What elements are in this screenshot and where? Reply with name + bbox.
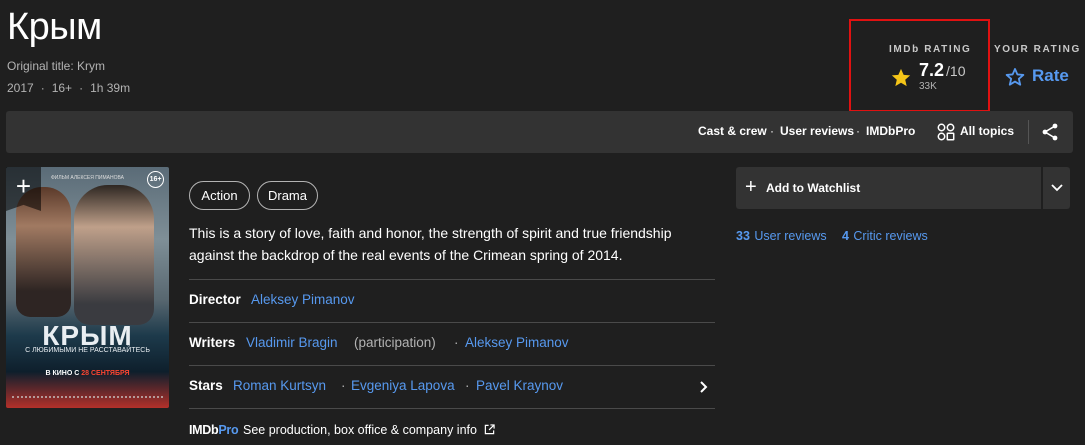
divider <box>189 322 715 323</box>
star-link[interactable]: Roman Kurtsyn <box>233 378 326 393</box>
director-link[interactable]: Aleksey Pimanov <box>251 292 355 307</box>
meta-separator: · <box>79 81 84 95</box>
poster-age-badge: 16+ <box>147 171 164 188</box>
poster-release: В КИНО С 28 СЕНТЯБРЯ <box>45 370 130 377</box>
nav-separator: · <box>856 124 860 138</box>
star-link[interactable]: Evgeniya Lapova <box>351 378 455 393</box>
star-outline-icon[interactable] <box>1004 66 1026 88</box>
writers-label[interactable]: Writers <box>189 335 235 350</box>
star-icon <box>891 68 911 87</box>
imdbpro-link[interactable]: See production, box office & company inf… <box>243 423 477 437</box>
divider <box>189 408 715 409</box>
stars-label[interactable]: Stars <box>189 378 223 393</box>
writer-note: (participation) <box>354 335 436 350</box>
share-icon[interactable] <box>1040 122 1060 142</box>
plus-icon: + <box>745 176 757 198</box>
critic-reviews-link[interactable]: 4 Critic reviews <box>842 227 928 245</box>
nav-cast-crew[interactable]: Cast & crew <box>698 124 767 138</box>
release-year[interactable]: 2017 <box>7 81 34 95</box>
star-link[interactable]: Pavel Kraynov <box>476 378 563 393</box>
divider <box>189 279 715 280</box>
title-meta: 2017 · 16+ · 1h 39m <box>7 81 130 95</box>
external-link-icon <box>484 424 495 435</box>
original-title: Original title: Krym <box>7 59 106 73</box>
your-rating-label: YOUR RATING <box>994 44 1081 55</box>
chevron-right-icon[interactable] <box>698 380 710 394</box>
imdb-rating-label: IMDb RATING <box>889 44 972 55</box>
add-to-watchlist-ribbon[interactable]: + <box>6 167 41 211</box>
watchlist-dropdown-button[interactable] <box>1042 167 1070 209</box>
imdbpro-logo[interactable]: IMDbPro <box>189 423 239 437</box>
nav-divider <box>1028 120 1029 144</box>
chevron-down-icon <box>1050 184 1063 192</box>
page-title: Крым <box>7 6 102 48</box>
add-to-watchlist-label[interactable]: Add to Watchlist <box>766 181 860 195</box>
poster-logos <box>12 396 163 402</box>
rating-votes: 33K <box>919 81 937 92</box>
director-label[interactable]: Director <box>189 292 241 307</box>
poster-top-text: ФИЛЬМ АЛЕКСЕЯ ПИМАНОВА <box>51 175 124 181</box>
writer-link[interactable]: Vladimir Bragin <box>246 335 338 350</box>
imdb-rating-score[interactable]: 7.2/10 <box>919 60 966 81</box>
grid-icon <box>937 123 955 141</box>
poster-tagline: С ЛЮБИМЫМИ НЕ РАССТАВАЙТЕСЬ <box>25 347 150 354</box>
credit-separator: · <box>454 335 459 350</box>
nav-imdbpro[interactable]: IMDbPro <box>866 124 915 138</box>
credit-separator: · <box>465 378 470 393</box>
divider <box>189 365 715 366</box>
credit-separator: · <box>341 378 346 393</box>
writer-link[interactable]: Aleksey Pimanov <box>465 335 569 350</box>
nav-user-reviews[interactable]: User reviews <box>780 124 854 138</box>
genre-chip-drama[interactable]: Drama <box>257 181 318 210</box>
meta-separator: · <box>40 81 45 95</box>
rate-button[interactable]: Rate <box>1032 66 1069 86</box>
nav-all-topics[interactable]: All topics <box>960 124 1014 138</box>
poster-actor <box>74 185 154 325</box>
plot-summary: This is a story of love, faith and honor… <box>189 225 672 263</box>
nav-separator: · <box>770 124 774 138</box>
poster-actress <box>16 187 71 317</box>
age-rating[interactable]: 16+ <box>52 81 72 95</box>
genre-chip-action[interactable]: Action <box>189 181 250 210</box>
runtime: 1h 39m <box>90 81 131 95</box>
user-reviews-link[interactable]: 33 User reviews <box>736 227 827 245</box>
